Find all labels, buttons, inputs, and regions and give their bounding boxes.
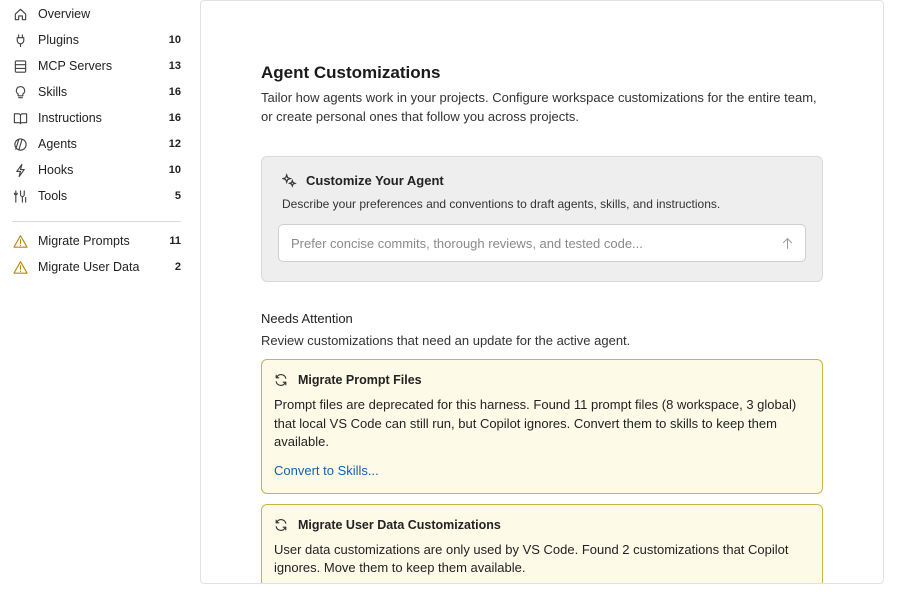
alert-body: User data customizations are only used b… bbox=[274, 541, 789, 576]
sidebar-item-count: 13 bbox=[168, 60, 181, 72]
sidebar-item-label: Skills bbox=[38, 85, 68, 99]
sidebar-item-migrate-prompts[interactable]: Migrate Prompts 11 bbox=[0, 228, 195, 254]
main-panel: Agent Customizations Tailor how agents w… bbox=[200, 0, 884, 584]
alert-header: Migrate Prompt Files bbox=[274, 373, 810, 387]
sidebar: Overview Plugins 10 MCP Servers 13 Skill… bbox=[0, 0, 195, 600]
home-icon bbox=[12, 6, 28, 22]
main-content: Agent Customizations Tailor how agents w… bbox=[261, 63, 823, 583]
migrate-user-data-card: Migrate User Data Customizations User da… bbox=[261, 503, 823, 583]
needs-attention-heading: Needs Attention bbox=[261, 311, 353, 326]
sidebar-item-count: 5 bbox=[174, 190, 181, 202]
sidebar-item-tools[interactable]: Tools 5 bbox=[0, 183, 195, 209]
migrate-prompt-files-card: Migrate Prompt Files Prompt files are de… bbox=[261, 359, 823, 494]
sidebar-item-label: Tools bbox=[38, 189, 68, 203]
warning-icon bbox=[12, 259, 28, 275]
alert-title: Migrate User Data Customizations bbox=[298, 517, 501, 532]
book-icon bbox=[12, 110, 28, 126]
alert-body: Prompt files are deprecated for this har… bbox=[274, 397, 797, 449]
lightbulb-icon bbox=[12, 84, 28, 100]
sidebar-item-label: MCP Servers bbox=[38, 59, 113, 73]
sidebar-item-skills[interactable]: Skills 16 bbox=[0, 79, 195, 105]
customize-input[interactable] bbox=[279, 235, 759, 251]
customize-input-box bbox=[278, 224, 806, 262]
sidebar-item-plugins[interactable]: Plugins 10 bbox=[0, 27, 195, 53]
sidebar-item-count: 11 bbox=[169, 235, 181, 247]
sparkle-icon bbox=[282, 173, 297, 188]
sidebar-item-label: Overview bbox=[38, 7, 91, 21]
lightning-icon bbox=[12, 162, 28, 178]
sidebar-item-count: 12 bbox=[168, 138, 181, 150]
agent-icon bbox=[12, 136, 28, 152]
alert-title: Migrate Prompt Files bbox=[298, 373, 422, 387]
server-icon bbox=[12, 58, 28, 74]
refresh-icon bbox=[275, 374, 287, 386]
customize-header: Customize Your Agent bbox=[282, 173, 806, 188]
sidebar-item-label: Plugins bbox=[38, 33, 79, 47]
tools-icon bbox=[12, 188, 28, 204]
sidebar-item-label: Instructions bbox=[38, 111, 102, 125]
warning-icon bbox=[12, 233, 28, 249]
sidebar-item-label: Migrate User Data bbox=[38, 260, 140, 274]
sidebar-item-hooks[interactable]: Hooks 10 bbox=[0, 157, 195, 183]
sidebar-item-count: 10 bbox=[168, 164, 181, 176]
sidebar-item-label: Agents bbox=[38, 137, 77, 151]
sidebar-item-mcp-servers[interactable]: MCP Servers 13 bbox=[0, 53, 195, 79]
sidebar-item-label: Migrate Prompts bbox=[38, 234, 130, 248]
alert-header: Migrate User Data Customizations bbox=[274, 518, 810, 532]
page-description: Tailor how agents work in your projects.… bbox=[261, 90, 817, 124]
refresh-icon bbox=[275, 518, 287, 531]
sidebar-item-count: 10 bbox=[168, 34, 181, 46]
page-title: Agent Customizations bbox=[261, 63, 441, 82]
customize-subtitle: Describe your preferences and convention… bbox=[282, 197, 721, 211]
sidebar-item-migrate-user-data[interactable]: Migrate User Data 2 bbox=[0, 254, 195, 280]
convert-to-skills-link[interactable]: Convert to Skills... bbox=[274, 463, 379, 478]
customize-title: Customize Your Agent bbox=[306, 173, 444, 188]
sidebar-item-label: Hooks bbox=[38, 163, 74, 177]
plug-icon bbox=[12, 32, 28, 48]
sidebar-item-instructions[interactable]: Instructions 16 bbox=[0, 105, 195, 131]
sidebar-item-count: 16 bbox=[168, 112, 181, 124]
send-button[interactable] bbox=[779, 235, 795, 251]
sidebar-divider bbox=[12, 221, 181, 222]
needs-attention-subheading: Review customizations that need an updat… bbox=[261, 333, 631, 348]
arrow-up-icon bbox=[782, 237, 792, 249]
sidebar-item-count: 2 bbox=[174, 261, 181, 273]
sidebar-item-overview[interactable]: Overview bbox=[0, 1, 195, 27]
sidebar-item-agents[interactable]: Agents 12 bbox=[0, 131, 195, 157]
sidebar-item-count: 16 bbox=[168, 86, 181, 98]
customize-agent-card: Customize Your Agent Describe your prefe… bbox=[261, 156, 823, 282]
